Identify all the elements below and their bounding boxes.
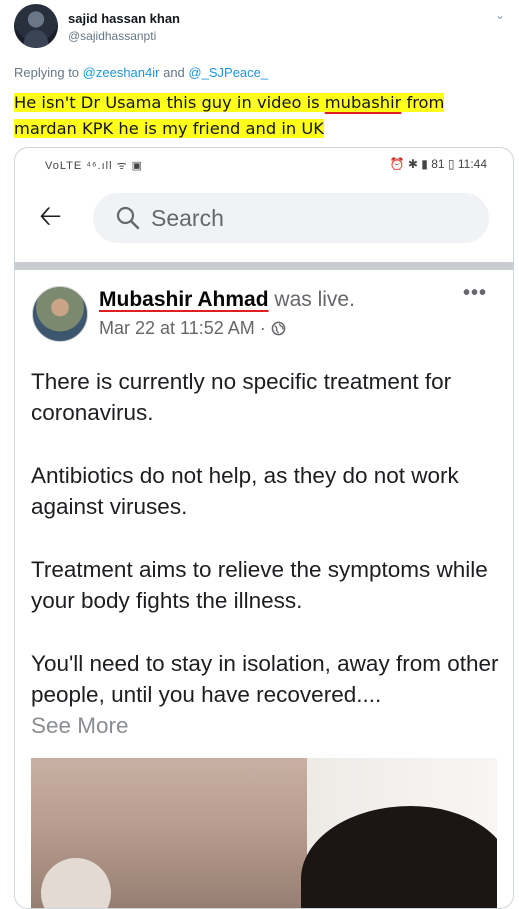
video-thumbnail[interactable] [31,758,497,908]
avatar[interactable] [14,4,58,48]
see-more-link[interactable]: See More [31,710,501,741]
post-author-avatar[interactable] [32,286,88,342]
tweet-text-part-3: mardan KPK he is my friend and in UK [14,119,324,138]
replying-and-text: and [163,65,185,80]
mention-link-1[interactable]: @zeeshan4ir [83,65,160,80]
replying-to-line: Replying to @zeeshan4ir and @_SJPeace_ [14,65,268,80]
status-left-icons: VoLTE ⁴⁶.ıll ᯤ ▣ [45,160,144,172]
globe-icon [271,321,286,336]
post-paragraph: You'll need to stay in isolation, away f… [31,651,499,707]
search-input[interactable]: Search [93,193,489,243]
post-meta: Mar 22 at 11:52 AM · [99,318,286,339]
video-foreground-object [41,858,111,908]
post-action: was live. [274,288,355,311]
tweet-text: He isn't Dr Usama this guy in video is m… [14,90,504,142]
post-paragraph: Treatment aims to relieve the symptoms w… [31,557,488,613]
phone-status-bar: VoLTE ⁴⁶.ıll ᯤ ▣ ⏰ ✱ ▮ 81 ▯ 11:44 [15,148,513,180]
post-author-line: Mubashir Ahmad was live. [99,288,355,312]
chevron-down-icon[interactable]: ⌄ [495,8,505,22]
tweet-text-part-2: from [401,93,445,112]
back-arrow-icon[interactable]: 🡠 [39,202,62,230]
search-placeholder: Search [151,205,224,231]
meta-separator: · [259,318,266,338]
post-timestamp[interactable]: Mar 22 at 11:52 AM [99,318,255,338]
tweet-text-part-1: He isn't Dr Usama this guy in video is [14,93,325,112]
post-author-name[interactable]: Mubashir Ahmad [99,288,269,311]
post-paragraph: Antibiotics do not help, as they do not … [31,463,459,519]
post-text: There is currently no specific treatment… [31,366,501,741]
post-paragraph: There is currently no specific treatment… [31,369,452,425]
more-options-icon[interactable]: ••• [463,282,487,305]
user-handle[interactable]: @sajidhassanpti [68,29,156,43]
search-icon [116,206,140,230]
mention-link-2[interactable]: @_SJPeace_ [188,65,268,80]
facebook-post: Mubashir Ahmad was live. Mar 22 at 11:52… [15,262,513,908]
display-name[interactable]: sajid hassan khan [68,11,180,26]
tweet-text-underlined: mubashir [324,93,402,112]
status-right-icons: ⏰ ✱ ▮ 81 ▯ 11:44 [389,157,487,171]
replying-to-label: Replying to [14,65,80,80]
attached-screenshot[interactable]: VoLTE ⁴⁶.ıll ᯤ ▣ ⏰ ✱ ▮ 81 ▯ 11:44 🡠 Sear… [14,147,514,909]
